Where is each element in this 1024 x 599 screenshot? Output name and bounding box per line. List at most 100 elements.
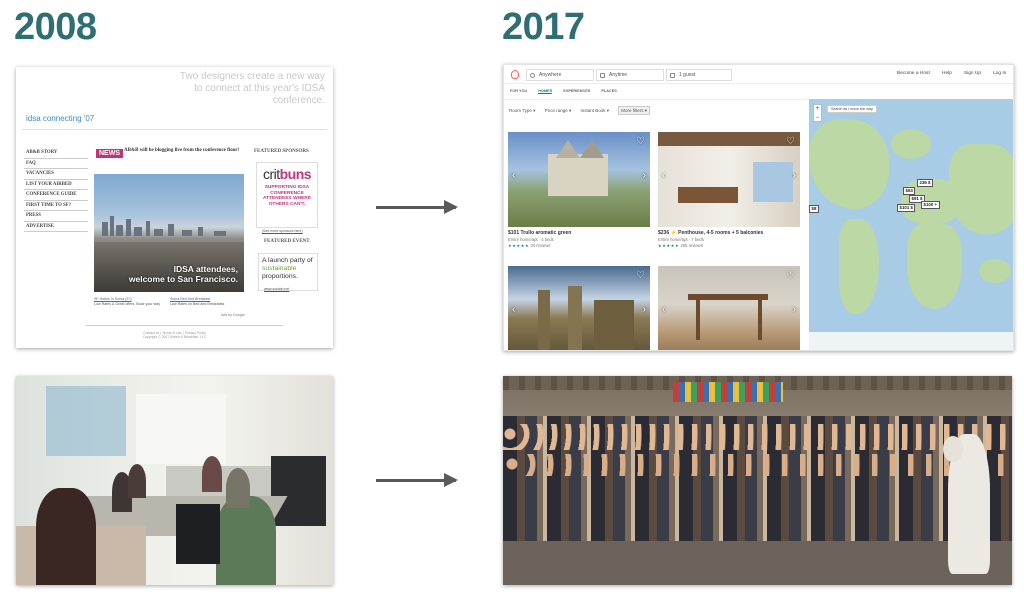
guests-icon xyxy=(670,73,675,78)
hero-caption-line-2: welcome to San Francisco. xyxy=(128,273,238,284)
year-2017-heading: 2017 xyxy=(502,6,585,48)
nav-item-faq[interactable]: FAQ xyxy=(24,159,88,169)
year-2008-heading: 2008 xyxy=(14,6,97,48)
right-arrow-icon xyxy=(376,473,458,487)
search-as-move-checkbox[interactable]: Search as I move the map xyxy=(827,105,877,113)
chevron-right-icon[interactable]: › xyxy=(643,304,646,315)
map-price-pin[interactable]: $101 $ xyxy=(897,204,916,212)
become-host-link[interactable]: Become a Host xyxy=(897,71,930,76)
listing-title[interactable]: $101 Trullo aromatic green xyxy=(508,230,650,236)
nav-item-vacancies[interactable]: VACANCIES xyxy=(24,169,88,180)
sign-up-link[interactable]: Sign Up xyxy=(964,71,981,76)
chevron-left-icon[interactable]: ‹ xyxy=(662,304,665,315)
listing-rating: ★★★★★ 34 reviews xyxy=(508,243,650,248)
heart-icon[interactable]: ♡ xyxy=(636,136,645,147)
date-search[interactable]: Anytime xyxy=(596,69,664,81)
tab-experiences[interactable]: EXPERIENCES xyxy=(563,89,590,93)
map-ice xyxy=(809,332,1013,350)
map-price-pin[interactable]: $63 xyxy=(903,187,916,195)
news-text[interactable]: AB&B will be blogging live from the conf… xyxy=(124,148,244,154)
listing-photo[interactable]: ♡ ‹ › xyxy=(508,266,650,350)
location-search[interactable]: Anywhere xyxy=(526,69,594,81)
nav-item-first-time[interactable]: FIRST TIME TO SF? xyxy=(24,201,88,211)
divider xyxy=(504,99,809,100)
listing-photo[interactable]: ♡ ‹ › xyxy=(658,266,800,350)
listing-photo[interactable]: ♡ ‹ › xyxy=(658,132,800,227)
map-land xyxy=(839,219,879,314)
log-in-link[interactable]: Log In xyxy=(993,71,1006,76)
featured-event-heading: FEATURED EVENT xyxy=(264,239,310,244)
tab-homes[interactable]: HOMES xyxy=(538,89,553,94)
map-land xyxy=(907,224,962,309)
chevron-right-icon[interactable]: › xyxy=(793,170,796,181)
nav-item-story[interactable]: AB&B STORY xyxy=(24,148,88,159)
review-count: 265 reviews xyxy=(680,243,703,248)
top-bar: Anywhere Anytime 1 guest Become a Host H… xyxy=(504,65,1013,84)
guests-search[interactable]: 1 guest xyxy=(666,69,732,81)
ad-link-2[interactable]: Soma Bed And Breakfast xyxy=(170,297,210,301)
chevron-left-icon[interactable]: ‹ xyxy=(512,304,515,315)
nav-item-press[interactable]: PRESS xyxy=(24,211,88,222)
ad-block-1: SF Hotels In Soma (2?) Low Rates & Great… xyxy=(94,297,164,306)
listing-card[interactable]: ♡ ‹ › xyxy=(658,266,800,350)
heart-icon[interactable]: ♡ xyxy=(636,270,645,281)
listing-card[interactable]: ♡ ‹ › xyxy=(508,266,650,350)
tagline: Two designers create a new way to connec… xyxy=(179,71,325,106)
filter-price-range[interactable]: Price range ▾ xyxy=(545,108,572,113)
hero-image: IDSA attendees, welcome to San Francisco… xyxy=(94,174,244,292)
tab-for-you[interactable]: FOR YOU xyxy=(510,89,527,93)
filter-bar: Room Type ▾ Price range ▾ Instant Book ▾… xyxy=(509,106,658,115)
filter-room-type[interactable]: Room Type ▾ xyxy=(509,108,535,113)
chevron-right-icon[interactable]: › xyxy=(793,304,796,315)
listing-card[interactable]: ♡ ‹ › $236 ⚡ Penthouse, 4-5 rooms + 5 ba… xyxy=(658,132,800,248)
listing-subtitle: Entire home/apt · 4 beds xyxy=(508,237,554,242)
nav-item-list-airbed[interactable]: LIST YOUR AIRBED xyxy=(24,180,88,190)
listing-card[interactable]: ♡ ‹ › $101 Trullo aromatic green Entire … xyxy=(508,132,650,248)
zoom-control[interactable]: + − xyxy=(813,104,822,122)
divider xyxy=(22,129,327,130)
tab-bar: FOR YOU HOMES EXPERIENCES PLACES xyxy=(510,89,627,94)
city-skyline xyxy=(94,216,244,236)
sponsor-box[interactable]: critbuns SUPPORTING IDSA CONFERENCE ATTE… xyxy=(256,162,318,228)
ad-link-1[interactable]: SF Hotels In Soma (2?) xyxy=(94,297,132,301)
airbnb-logo-icon[interactable] xyxy=(511,70,519,79)
ads-by-google[interactable]: Ads by Google xyxy=(221,313,245,317)
map-price-pin[interactable]: $8 xyxy=(809,205,819,213)
map-land xyxy=(809,119,889,209)
chevron-right-icon[interactable]: › xyxy=(643,170,646,181)
stars: ★★★★★ xyxy=(508,243,530,248)
filter-more[interactable]: More filters ▾ xyxy=(618,106,651,115)
ad-text-1: Low Rates & Great offers. Book your stay xyxy=(94,301,161,306)
zoom-in-icon[interactable]: + xyxy=(814,105,821,114)
calendar-icon xyxy=(600,73,605,78)
hero-caption: IDSA attendees, welcome to San Francisco… xyxy=(128,264,238,284)
listing-title[interactable]: $236 ⚡ Penthouse, 4-5 rooms + 5 balconie… xyxy=(658,230,800,236)
website-2017-screenshot: Anywhere Anytime 1 guest Become a Host H… xyxy=(503,64,1014,351)
map-land xyxy=(891,129,931,159)
help-link[interactable]: Help xyxy=(942,71,952,76)
nav-item-advertise[interactable]: ADVERTISE xyxy=(24,222,88,232)
listing-photo[interactable]: ♡ ‹ › xyxy=(508,132,650,227)
heart-icon[interactable]: ♡ xyxy=(786,136,795,147)
chevron-left-icon[interactable]: ‹ xyxy=(662,170,665,181)
featured-sponsors-heading: FEATURED SPONSORS xyxy=(254,149,309,154)
nav-item-conference-guide[interactable]: CONFERENCE GUIDE xyxy=(24,190,88,201)
heart-icon[interactable]: ♡ xyxy=(786,270,795,281)
zoom-out-icon[interactable]: − xyxy=(814,114,821,123)
chevron-left-icon[interactable]: ‹ xyxy=(512,170,515,181)
website-2008-screenshot: Two designers create a new way to connec… xyxy=(16,67,333,348)
guests-value: 1 guest xyxy=(679,72,696,78)
map-price-pin[interactable]: 236 $ xyxy=(917,179,933,187)
search-icon xyxy=(530,73,535,78)
event-url[interactable]: www.sustain.net xyxy=(264,287,289,291)
listing-rating: ★★★★★ 265 reviews xyxy=(658,243,800,248)
stars: ★★★★★ xyxy=(658,243,680,248)
event-box[interactable]: A launch party of sustainable proportion… xyxy=(258,253,318,291)
filter-instant-book[interactable]: Instant Book ▾ xyxy=(581,108,610,113)
see-more-sponsors-link[interactable]: (See more sponsors here) xyxy=(262,229,303,233)
map-price-pin[interactable]: $100 + xyxy=(921,201,940,209)
map-land xyxy=(979,259,1011,283)
map-view[interactable]: + − Search as I move the map 236 $ $63 $9… xyxy=(809,99,1013,350)
site-logo[interactable]: idsa connecting '07 xyxy=(26,114,94,123)
tab-places[interactable]: PLACES xyxy=(601,89,616,93)
